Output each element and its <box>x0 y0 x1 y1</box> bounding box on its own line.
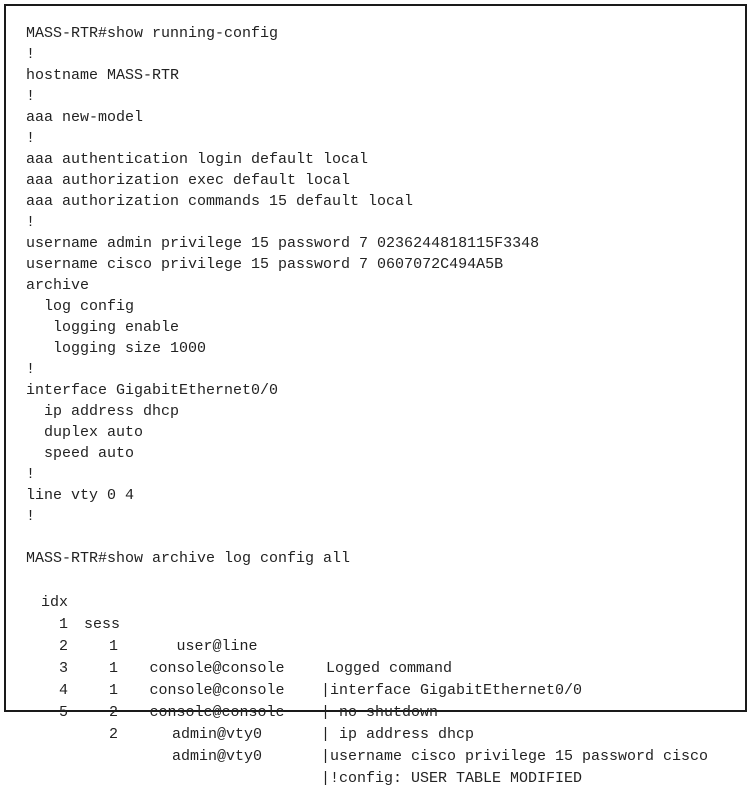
config-line: interface GigabitEthernet0/0 <box>26 382 279 399</box>
archive-log-header: idx sess user@line Logged command <box>26 570 452 677</box>
config-line: aaa new-model <box>26 109 144 126</box>
config-line: aaa authentication login default local <box>26 151 369 168</box>
row-user-line: admin@vty0 <box>171 726 262 743</box>
config-line: archive <box>26 277 90 294</box>
header-sess: sess <box>83 616 120 633</box>
config-line: line vty 0 4 <box>26 487 135 504</box>
row-logged-command: | no shutdown <box>321 704 439 721</box>
config-line: speed auto <box>26 445 135 462</box>
config-line: ! <box>26 361 36 378</box>
config-line: username admin privilege 15 password 7 0… <box>26 235 540 252</box>
archive-log-row: 2 1 console@console | no shutdown <box>26 614 438 721</box>
config-line: ! <box>26 466 36 483</box>
row-user-line: console@console <box>149 660 285 677</box>
row-logged-command: | ip address dhcp <box>321 726 475 743</box>
terminal-output: MASS-RTR#show running-config ! hostname … <box>26 23 539 569</box>
row-logged-command: |!config: USER TABLE MODIFIED <box>321 770 583 787</box>
row-sess: 2 <box>108 726 118 743</box>
row-sess: 2 <box>108 704 118 721</box>
config-line: username cisco privilege 15 password 7 0… <box>26 256 504 273</box>
config-line: ! <box>26 508 36 525</box>
archive-log-row: 5 2 admin@vty0 |!config: USER TABLE MODI… <box>26 680 582 787</box>
config-line: ! <box>26 214 36 231</box>
header-logged-command: Logged command <box>326 660 453 677</box>
archive-log-table: idx sess user@line Logged command 1 1 co… <box>26 570 708 787</box>
row-sess: 1 <box>108 682 118 699</box>
config-line: aaa authorization commands 15 default lo… <box>26 193 414 210</box>
archive-log-row: 4 2 admin@vty0 |username cisco privilege… <box>26 658 708 765</box>
config-line: logging size 1000 <box>26 340 207 357</box>
terminal-frame: MASS-RTR#show running-config ! hostname … <box>4 4 747 787</box>
row-logged-command: |interface GigabitEthernet0/0 <box>321 682 583 699</box>
prompt-show-archive-log: MASS-RTR#show archive log config all <box>26 550 351 567</box>
row-logged-command: |username cisco privilege 15 password ci… <box>321 748 709 765</box>
config-line: duplex auto <box>26 424 144 441</box>
config-line: hostname MASS-RTR <box>26 67 180 84</box>
header-user-line: user@line <box>176 638 258 655</box>
config-line: ! <box>26 130 36 147</box>
row-user-line: admin@vty0 <box>171 748 262 765</box>
row-idx: 5 <box>58 704 68 721</box>
config-line: ! <box>26 46 36 63</box>
row-user-line: console@console <box>149 682 285 699</box>
config-line: logging enable <box>26 319 180 336</box>
archive-log-row: 3 1 console@console | ip address dhcp <box>26 636 474 743</box>
row-sess: 1 <box>108 660 118 677</box>
config-line: ! <box>26 88 36 105</box>
prompt-show-running-config: MASS-RTR#show running-config <box>26 25 279 42</box>
row-sess: 1 <box>108 638 118 655</box>
config-line: log config <box>26 298 135 315</box>
config-line: aaa authorization exec default local <box>26 172 351 189</box>
archive-log-row: 1 1 console@console |interface GigabitEt… <box>26 592 582 699</box>
row-user-line: console@console <box>149 704 285 721</box>
config-line: ip address dhcp <box>26 403 180 420</box>
